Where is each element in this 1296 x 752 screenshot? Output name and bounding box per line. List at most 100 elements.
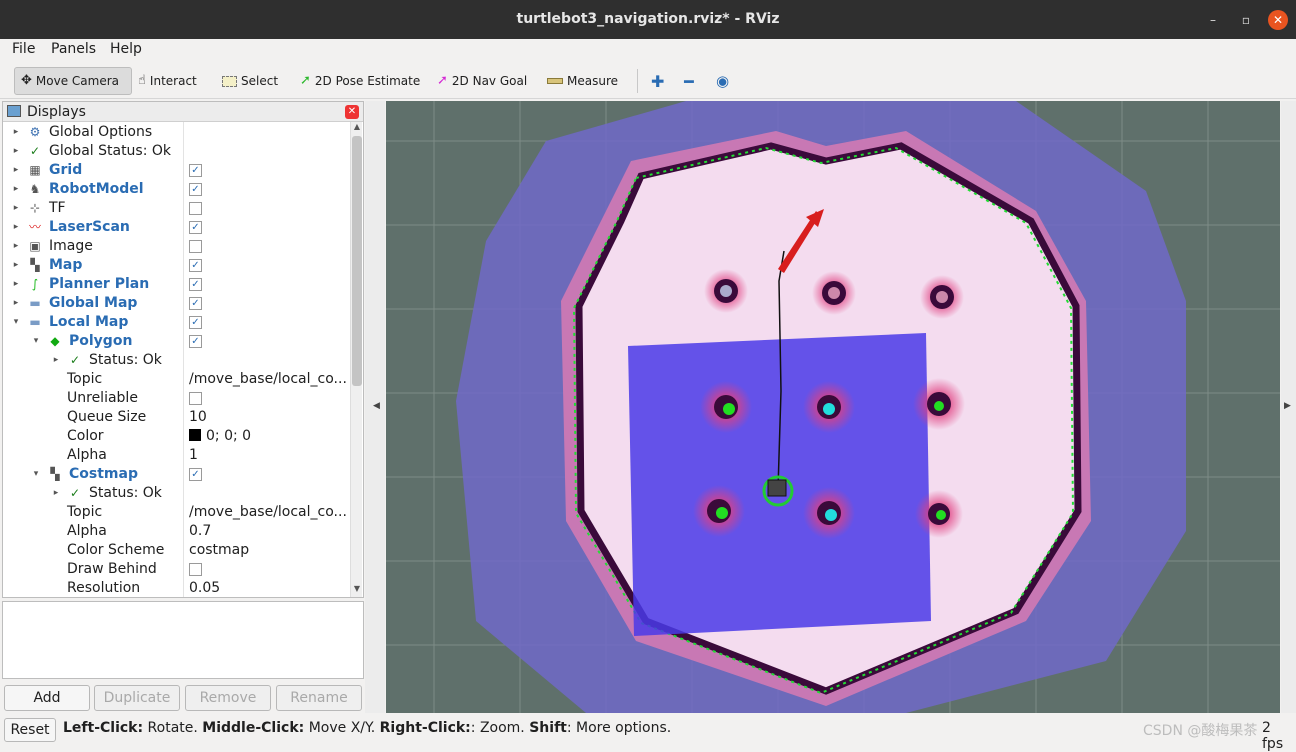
expand-arrow-icon[interactable]: ▸ <box>11 142 21 161</box>
enable-checkbox[interactable]: ✓ <box>189 183 202 196</box>
menu-file[interactable]: File <box>12 41 35 57</box>
view-options-button[interactable]: ◉ <box>710 67 735 95</box>
close-button[interactable]: ✕ <box>1268 10 1288 30</box>
scroll-down-icon[interactable]: ▼ <box>351 584 363 593</box>
expand-arrow-icon[interactable]: ▸ <box>11 218 21 237</box>
expand-arrow-icon[interactable]: ▾ <box>11 313 21 332</box>
display-row[interactable]: Queue Size 10 <box>3 408 350 427</box>
display-row[interactable]: ▸ ♞ RobotModel ✓ <box>3 180 350 199</box>
expand-arrow-icon[interactable]: ▾ <box>31 465 41 484</box>
collapse-right-icon[interactable]: ▶ <box>1284 401 1291 411</box>
property-value-cell[interactable]: 10 <box>189 408 207 427</box>
display-row[interactable]: Unreliable <box>3 389 350 408</box>
menu-help[interactable]: Help <box>110 41 142 57</box>
interact-tool[interactable]: ☝ Interact <box>132 67 203 95</box>
expand-arrow-icon[interactable]: ▾ <box>31 332 41 351</box>
enable-checkbox[interactable] <box>189 563 202 576</box>
display-row[interactable]: ▾ ◆ Polygon ✓ <box>3 332 350 351</box>
display-row[interactable]: ▸ ✓ Global Status: Ok <box>3 142 350 161</box>
property-value-cell[interactable]: costmap <box>189 541 249 560</box>
scroll-up-icon[interactable]: ▲ <box>351 122 363 131</box>
displays-scrollbar[interactable]: ▲ ▼ <box>350 122 362 597</box>
collapse-left-icon[interactable]: ◀ <box>373 401 380 411</box>
property-value[interactable]: 1 <box>189 447 198 463</box>
expand-arrow-icon[interactable]: ▸ <box>11 275 21 294</box>
display-row[interactable]: ▸ ⚙ Global Options <box>3 123 350 142</box>
render-viewport[interactable] <box>386 101 1280 713</box>
panel-splitter[interactable]: ◀ <box>365 101 385 713</box>
display-row[interactable]: ▸ ✓ Status: Ok <box>3 484 350 503</box>
display-row[interactable]: Alpha 1 <box>3 446 350 465</box>
remove-tool-button[interactable]: ━ <box>678 67 700 95</box>
pose-estimate-tool[interactable]: ➚ 2D Pose Estimate <box>294 67 426 95</box>
select-tool[interactable]: Select <box>216 67 284 95</box>
display-row[interactable]: ▸ ✓ Status: Ok <box>3 351 350 370</box>
display-row[interactable]: Topic/move_base/local_co... <box>3 370 350 389</box>
display-row[interactable]: Color 0; 0; 0 <box>3 427 350 446</box>
expand-arrow-icon[interactable]: ▸ <box>11 123 21 142</box>
property-value-cell[interactable]: 0.7 <box>189 522 211 541</box>
remove-button[interactable]: Remove <box>185 685 271 711</box>
property-value[interactable]: 10 <box>189 409 207 425</box>
duplicate-button[interactable]: Duplicate <box>94 685 180 711</box>
property-value-cell[interactable]: 0.05 <box>189 579 220 598</box>
display-row[interactable]: ▸ ⊹ TF <box>3 199 350 218</box>
expand-arrow-icon[interactable]: ▸ <box>11 237 21 256</box>
nav-goal-tool[interactable]: ➚ 2D Nav Goal <box>431 67 533 95</box>
property-value[interactable]: 0; 0; 0 <box>206 428 251 444</box>
right-collapse-bar[interactable]: ▶ <box>1281 101 1296 713</box>
property-value[interactable]: 0.7 <box>189 523 211 539</box>
enable-checkbox[interactable] <box>189 392 202 405</box>
display-row[interactable]: ▸ ▚ Map ✓ <box>3 256 350 275</box>
measure-tool[interactable]: Measure <box>541 67 624 95</box>
property-value[interactable]: /move_base/local_co... <box>189 504 347 520</box>
enable-checkbox[interactable]: ✓ <box>189 259 202 272</box>
display-row[interactable]: ▸ ∫ Planner Plan ✓ <box>3 275 350 294</box>
property-value-cell[interactable]: 1 <box>189 446 198 465</box>
add-button[interactable]: Add <box>4 685 90 711</box>
minimize-button[interactable]: – <box>1203 10 1223 30</box>
scroll-thumb[interactable] <box>352 136 362 386</box>
display-row[interactable]: Resolution 0.05 <box>3 579 350 598</box>
enable-checkbox[interactable]: ✓ <box>189 164 202 177</box>
expand-arrow-icon[interactable]: ▸ <box>51 351 61 370</box>
enable-checkbox[interactable]: ✓ <box>189 221 202 234</box>
rename-button[interactable]: Rename <box>276 685 362 711</box>
display-row[interactable]: ▾ ▚ Costmap ✓ <box>3 465 350 484</box>
property-value[interactable]: /move_base/local_co... <box>189 371 347 387</box>
color-swatch[interactable] <box>189 429 201 441</box>
display-row[interactable]: Color Scheme costmap <box>3 541 350 560</box>
enable-checkbox[interactable] <box>189 202 202 215</box>
display-row[interactable]: Topic/move_base/local_co... <box>3 503 350 522</box>
property-value-cell[interactable]: 0; 0; 0 <box>189 427 251 446</box>
property-value-cell[interactable]: /move_base/local_co... <box>189 370 347 389</box>
expand-arrow-icon[interactable]: ▸ <box>11 294 21 313</box>
enable-checkbox[interactable]: ✓ <box>189 278 202 291</box>
enable-checkbox[interactable]: ✓ <box>189 335 202 348</box>
expand-arrow-icon[interactable]: ▸ <box>11 161 21 180</box>
menu-panels[interactable]: Panels <box>51 41 96 57</box>
property-value-cell[interactable]: /move_base/local_co... <box>189 503 347 522</box>
expand-arrow-icon[interactable]: ▸ <box>51 484 61 503</box>
display-row[interactable]: ▸ ▬ Global Map ✓ <box>3 294 350 313</box>
expand-arrow-icon[interactable]: ▸ <box>11 199 21 218</box>
enable-checkbox[interactable]: ✓ <box>189 316 202 329</box>
expand-arrow-icon[interactable]: ▸ <box>11 180 21 199</box>
maximize-button[interactable]: ▫ <box>1236 10 1256 30</box>
display-row[interactable]: Alpha 0.7 <box>3 522 350 541</box>
enable-checkbox[interactable]: ✓ <box>189 297 202 310</box>
add-tool-button[interactable]: ✚ <box>645 67 670 95</box>
enable-checkbox[interactable] <box>189 240 202 253</box>
display-row[interactable]: ▸ 〰 LaserScan ✓ <box>3 218 350 237</box>
move-camera-tool[interactable]: ✥ Move Camera <box>14 67 132 95</box>
display-row[interactable]: ▾ ▬ Local Map ✓ <box>3 313 350 332</box>
display-row[interactable]: ▸ ▦ Grid ✓ <box>3 161 350 180</box>
enable-checkbox[interactable]: ✓ <box>189 468 202 481</box>
property-value[interactable]: 0.05 <box>189 580 220 596</box>
display-row[interactable]: Draw Behind <box>3 560 350 579</box>
expand-arrow-icon[interactable]: ▸ <box>11 256 21 275</box>
property-value[interactable]: costmap <box>189 542 249 558</box>
reset-button[interactable]: Reset <box>4 718 56 742</box>
display-row[interactable]: ▸ ▣ Image <box>3 237 350 256</box>
close-panel-icon[interactable]: ✕ <box>345 105 359 119</box>
